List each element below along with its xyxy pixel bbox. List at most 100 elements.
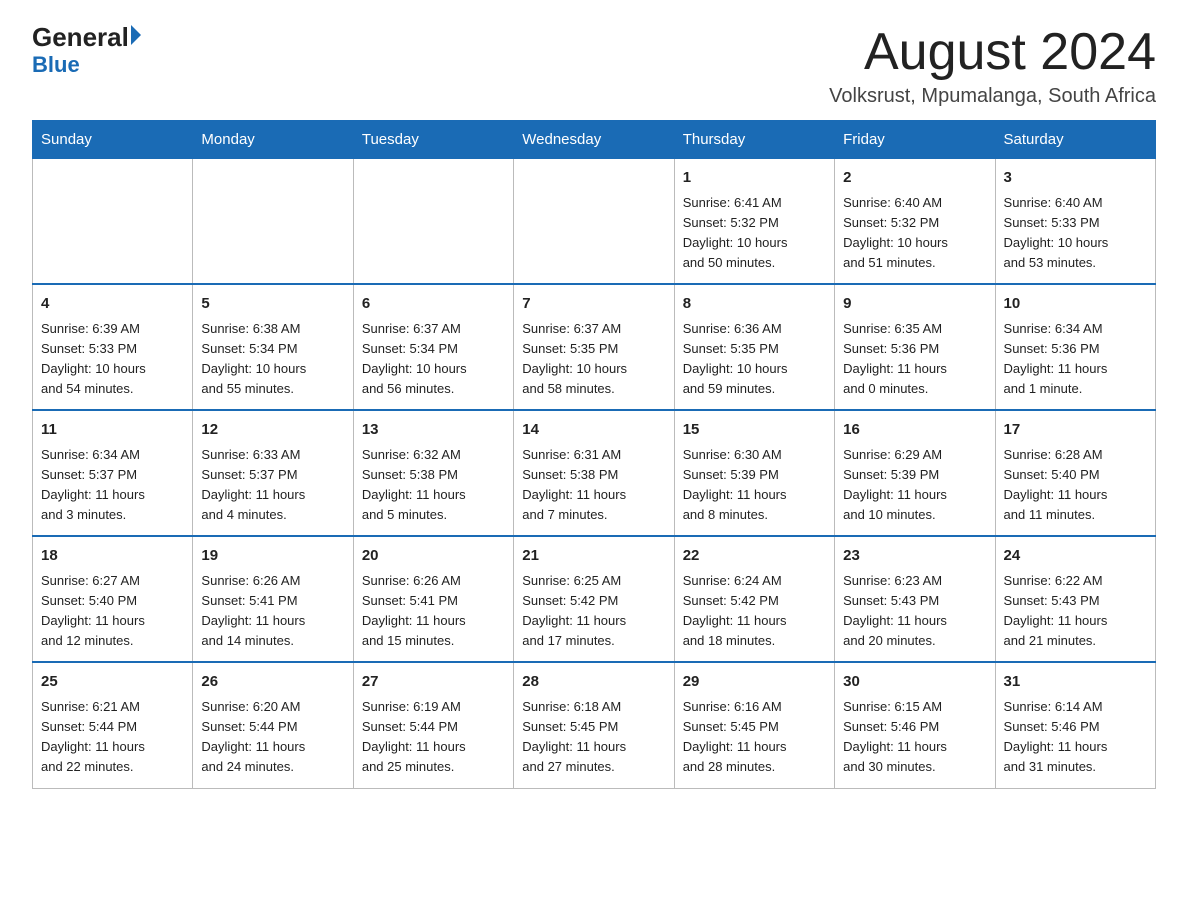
day-info: Sunrise: 6:28 AMSunset: 5:40 PMDaylight:…	[1004, 445, 1147, 526]
day-info: Sunrise: 6:21 AMSunset: 5:44 PMDaylight:…	[41, 697, 184, 778]
calendar-cell: 5 Sunrise: 6:38 AMSunset: 5:34 PMDaylight…	[193, 284, 353, 410]
calendar-week-1: 1 Sunrise: 6:41 AMSunset: 5:32 PMDaylight…	[33, 159, 1156, 285]
calendar-cell: 26Sunrise: 6:20 AMSunset: 5:44 PMDayligh…	[193, 662, 353, 788]
weekday-header-thursday: Thursday	[674, 121, 834, 159]
day-info: Sunrise: 6:38 AMSunset: 5:34 PMDaylight:…	[201, 319, 344, 400]
day-number: 29	[683, 671, 826, 694]
day-info: Sunrise: 6:35 AMSunset: 5:36 PMDaylight:…	[843, 319, 986, 400]
calendar-cell: 22 Sunrise: 6:24 AMSunset: 5:42 PMDayligh…	[674, 536, 834, 662]
day-number: 20	[362, 545, 505, 568]
day-info: Sunrise: 6:41 AMSunset: 5:32 PMDaylight:…	[683, 193, 826, 274]
title-area: August 2024 Volksrust, Mpumalanga, South…	[829, 24, 1156, 108]
calendar-cell: 14 Sunrise: 6:31 AMSunset: 5:38 PMDayligh…	[514, 410, 674, 536]
calendar-cell: 28 Sunrise: 6:18 AMSunset: 5:45 PMDayligh…	[514, 662, 674, 788]
month-title: August 2024	[829, 24, 1156, 81]
calendar-cell: 24 Sunrise: 6:22 AMSunset: 5:43 PMDayligh…	[995, 536, 1155, 662]
calendar-cell	[353, 159, 513, 285]
calendar-cell: 4 Sunrise: 6:39 AMSunset: 5:33 PMDaylight…	[33, 284, 193, 410]
weekday-header-monday: Monday	[193, 121, 353, 159]
location-title: Volksrust, Mpumalanga, South Africa	[829, 85, 1156, 108]
calendar-cell: 16 Sunrise: 6:29 AMSunset: 5:39 PMDayligh…	[835, 410, 995, 536]
calendar-cell: 13 Sunrise: 6:32 AMSunset: 5:38 PMDayligh…	[353, 410, 513, 536]
day-number: 6	[362, 293, 505, 316]
day-info: Sunrise: 6:15 AMSunset: 5:46 PMDaylight:…	[843, 697, 986, 778]
day-info: Sunrise: 6:24 AMSunset: 5:42 PMDaylight:…	[683, 571, 826, 652]
day-info: Sunrise: 6:29 AMSunset: 5:39 PMDaylight:…	[843, 445, 986, 526]
calendar-table: SundayMondayTuesdayWednesdayThursdayFrid…	[32, 120, 1156, 788]
day-info: Sunrise: 6:22 AMSunset: 5:43 PMDaylight:…	[1004, 571, 1147, 652]
calendar-cell: 10Sunrise: 6:34 AMSunset: 5:36 PMDayligh…	[995, 284, 1155, 410]
day-info: Sunrise: 6:37 AMSunset: 5:35 PMDaylight:…	[522, 319, 665, 400]
calendar-cell: 6Sunrise: 6:37 AMSunset: 5:34 PMDaylight…	[353, 284, 513, 410]
day-number: 18	[41, 545, 184, 568]
weekday-header-wednesday: Wednesday	[514, 121, 674, 159]
weekday-header-tuesday: Tuesday	[353, 121, 513, 159]
day-info: Sunrise: 6:16 AMSunset: 5:45 PMDaylight:…	[683, 697, 826, 778]
day-number: 7	[522, 293, 665, 316]
page-header: General Blue August 2024 Volksrust, Mpum…	[32, 24, 1156, 108]
weekday-header-sunday: Sunday	[33, 121, 193, 159]
calendar-cell	[514, 159, 674, 285]
day-info: Sunrise: 6:25 AMSunset: 5:42 PMDaylight:…	[522, 571, 665, 652]
day-info: Sunrise: 6:40 AMSunset: 5:33 PMDaylight:…	[1004, 193, 1147, 274]
day-info: Sunrise: 6:14 AMSunset: 5:46 PMDaylight:…	[1004, 697, 1147, 778]
calendar-cell: 17 Sunrise: 6:28 AMSunset: 5:40 PMDayligh…	[995, 410, 1155, 536]
day-number: 16	[843, 419, 986, 442]
day-number: 13	[362, 419, 505, 442]
day-info: Sunrise: 6:33 AMSunset: 5:37 PMDaylight:…	[201, 445, 344, 526]
calendar-cell: 27 Sunrise: 6:19 AMSunset: 5:44 PMDayligh…	[353, 662, 513, 788]
day-info: Sunrise: 6:18 AMSunset: 5:45 PMDaylight:…	[522, 697, 665, 778]
day-number: 11	[41, 419, 184, 442]
day-number: 28	[522, 671, 665, 694]
day-number: 3	[1004, 167, 1147, 190]
day-number: 8	[683, 293, 826, 316]
calendar-week-4: 18 Sunrise: 6:27 AMSunset: 5:40 PMDayligh…	[33, 536, 1156, 662]
day-info: Sunrise: 6:34 AMSunset: 5:37 PMDaylight:…	[41, 445, 184, 526]
calendar-cell: 12 Sunrise: 6:33 AMSunset: 5:37 PMDayligh…	[193, 410, 353, 536]
calendar-cell: 11 Sunrise: 6:34 AMSunset: 5:37 PMDayligh…	[33, 410, 193, 536]
calendar-cell: 1 Sunrise: 6:41 AMSunset: 5:32 PMDaylight…	[674, 159, 834, 285]
day-number: 30	[843, 671, 986, 694]
day-number: 21	[522, 545, 665, 568]
calendar-cell: 8Sunrise: 6:36 AMSunset: 5:35 PMDaylight…	[674, 284, 834, 410]
day-number: 24	[1004, 545, 1147, 568]
day-info: Sunrise: 6:32 AMSunset: 5:38 PMDaylight:…	[362, 445, 505, 526]
calendar-cell: 25 Sunrise: 6:21 AMSunset: 5:44 PMDayligh…	[33, 662, 193, 788]
calendar-cell	[193, 159, 353, 285]
logo-blue: Blue	[32, 52, 141, 78]
day-number: 1	[683, 167, 826, 190]
day-number: 22	[683, 545, 826, 568]
logo-arrow-icon	[131, 25, 141, 45]
calendar-cell: 31 Sunrise: 6:14 AMSunset: 5:46 PMDayligh…	[995, 662, 1155, 788]
day-number: 31	[1004, 671, 1147, 694]
day-info: Sunrise: 6:26 AMSunset: 5:41 PMDaylight:…	[362, 571, 505, 652]
day-number: 14	[522, 419, 665, 442]
day-info: Sunrise: 6:20 AMSunset: 5:44 PMDaylight:…	[201, 697, 344, 778]
calendar-header-row: SundayMondayTuesdayWednesdayThursdayFrid…	[33, 121, 1156, 159]
day-number: 4	[41, 293, 184, 316]
calendar-week-5: 25 Sunrise: 6:21 AMSunset: 5:44 PMDayligh…	[33, 662, 1156, 788]
day-info: Sunrise: 6:27 AMSunset: 5:40 PMDaylight:…	[41, 571, 184, 652]
calendar-cell: 21 Sunrise: 6:25 AMSunset: 5:42 PMDayligh…	[514, 536, 674, 662]
day-info: Sunrise: 6:40 AMSunset: 5:32 PMDaylight:…	[843, 193, 986, 274]
day-number: 5	[201, 293, 344, 316]
day-info: Sunrise: 6:31 AMSunset: 5:38 PMDaylight:…	[522, 445, 665, 526]
logo-general: General	[32, 24, 129, 50]
day-number: 17	[1004, 419, 1147, 442]
day-info: Sunrise: 6:26 AMSunset: 5:41 PMDaylight:…	[201, 571, 344, 652]
calendar-cell: 18 Sunrise: 6:27 AMSunset: 5:40 PMDayligh…	[33, 536, 193, 662]
logo: General Blue	[32, 24, 141, 78]
day-number: 27	[362, 671, 505, 694]
day-info: Sunrise: 6:23 AMSunset: 5:43 PMDaylight:…	[843, 571, 986, 652]
calendar-cell: 30 Sunrise: 6:15 AMSunset: 5:46 PMDayligh…	[835, 662, 995, 788]
day-info: Sunrise: 6:39 AMSunset: 5:33 PMDaylight:…	[41, 319, 184, 400]
day-number: 25	[41, 671, 184, 694]
day-info: Sunrise: 6:34 AMSunset: 5:36 PMDaylight:…	[1004, 319, 1147, 400]
calendar-cell: 15Sunrise: 6:30 AMSunset: 5:39 PMDayligh…	[674, 410, 834, 536]
day-info: Sunrise: 6:19 AMSunset: 5:44 PMDaylight:…	[362, 697, 505, 778]
calendar-cell: 19Sunrise: 6:26 AMSunset: 5:41 PMDayligh…	[193, 536, 353, 662]
calendar-cell	[33, 159, 193, 285]
day-number: 12	[201, 419, 344, 442]
calendar-cell: 7 Sunrise: 6:37 AMSunset: 5:35 PMDaylight…	[514, 284, 674, 410]
day-number: 23	[843, 545, 986, 568]
